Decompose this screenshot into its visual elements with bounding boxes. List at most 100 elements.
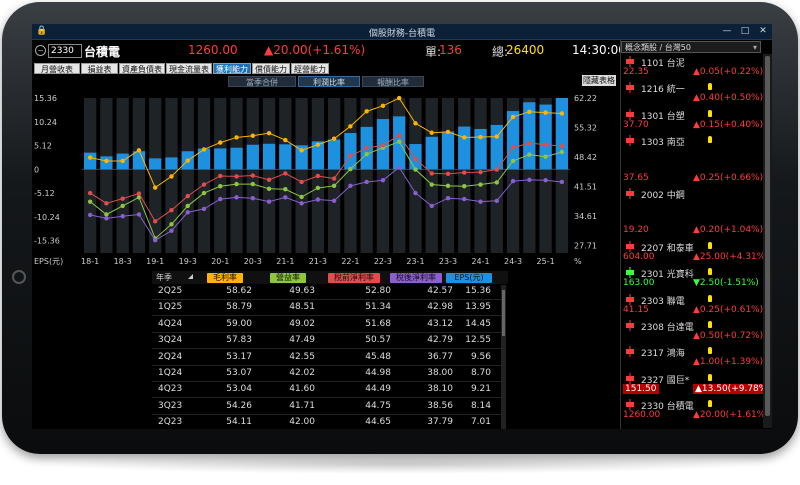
series-point: [348, 166, 353, 172]
table-row[interactable]: 4Q23 53.04 41.60 44.49 38.10 9.21: [152, 383, 504, 399]
alert-icon[interactable]: [708, 347, 712, 355]
watchlist-item[interactable]: 2303 聯電 41.15 ▲0.25(+0.61%): [621, 293, 763, 316]
series-point: [201, 147, 207, 152]
watchlist-item-change: ▲1.00(+1.39%): [693, 357, 764, 368]
close-icon[interactable]: ✕: [756, 25, 770, 37]
series-point: [397, 139, 402, 144]
series-point: [462, 170, 467, 175]
table-scrollbar[interactable]: [501, 285, 506, 429]
watchlist-item[interactable]: 1101 台泥 22.35 ▲0.05(+0.22%): [621, 55, 763, 78]
col-operating[interactable]: 營益率: [270, 273, 306, 283]
hide-table-button[interactable]: 隱藏表格: [582, 75, 616, 86]
table-row[interactable]: 1Q25 58.79 48.51 51.34 42.98 13.95: [152, 301, 504, 317]
table-row[interactable]: 2Q25 58.62 49.63 52.80 42.57 15.36: [152, 285, 504, 300]
series-point: [510, 178, 516, 184]
series-point: [104, 216, 109, 221]
series-point: [397, 95, 402, 101]
series-point: [331, 183, 337, 189]
alert-icon[interactable]: [708, 109, 712, 117]
watchlist-item[interactable]: 2002 中鋼: [621, 187, 761, 210]
candlestick-icon: [625, 188, 635, 199]
watchlist-item[interactable]: 37.65 ▲0.25(+0.66%): [621, 161, 763, 184]
alert-icon[interactable]: [708, 268, 712, 276]
quarter-cell: 4Q23: [158, 384, 183, 395]
column-background: [490, 98, 503, 253]
table-row[interactable]: 1Q24 53.07 42.02 44.98 38.00 8.70: [152, 367, 504, 382]
value-cell: 48.51: [289, 302, 315, 313]
series-point: [153, 185, 158, 190]
column-background: [132, 98, 146, 253]
minimize-icon[interactable]: —: [720, 25, 734, 37]
watchlist-select[interactable]: 概念類股 / 台灣50 ▾: [621, 41, 761, 53]
eps-bar: [279, 144, 292, 170]
watchlist-item[interactable]: 2308 台達電 ▲0.50(+0.72%): [621, 319, 763, 342]
watchlist-item-price: 1260.00: [623, 410, 661, 421]
value-cell: 8.70: [470, 368, 491, 378]
watchlist-item[interactable]: 2317 鴻海 ▲1.00(+1.39%): [621, 345, 764, 368]
alert-icon[interactable]: [708, 373, 712, 381]
value-cell: 51.34: [365, 302, 391, 313]
quote-bar: − 2330 台積電 1260.00 ▲20.00(+1.61%) 單: 136…: [32, 40, 626, 62]
series-point: [87, 199, 93, 204]
series-point: [397, 133, 402, 138]
series-point: [169, 222, 174, 227]
eps-bar: [246, 144, 259, 170]
series-point: [120, 158, 125, 164]
tab-return-ratio[interactable]: 報酬比率: [362, 76, 424, 87]
watchlist-item[interactable]: 19.20 ▲0.20(+1.04%): [621, 213, 764, 236]
alert-icon[interactable]: [708, 241, 712, 249]
watchlist-scroll-thumb[interactable]: [765, 56, 770, 416]
watchlist-item-change: ▲0.20(+1.04%): [693, 225, 764, 236]
watchlist-item[interactable]: 2301 光寶科 163.00 ▼2.50(-1.51%): [621, 266, 761, 289]
stock-code-input[interactable]: 2330: [48, 44, 82, 58]
watchlist-item[interactable]: 1301 台塑 37.70 ▲0.15(+0.40%): [621, 108, 763, 131]
value-cell: 51.68: [365, 318, 391, 329]
watchlist-item[interactable]: 2327 國巨* 151.50 ▲13.50(+9.78%): [621, 372, 772, 395]
watchlist-item[interactable]: 2207 和泰車 604.00 ▲25.00(+4.31%): [621, 240, 769, 263]
col-gross[interactable]: 毛利率: [207, 273, 243, 283]
alert-icon[interactable]: [708, 294, 712, 302]
tab-balance[interactable]: 資產負債表: [119, 63, 165, 74]
tab-solvency[interactable]: 償債能力: [252, 63, 290, 74]
period-select[interactable]: 當季合併: [228, 76, 296, 87]
table-row[interactable]: 2Q23 54.11 42.00 44.65 37.79 7.01: [152, 416, 504, 429]
alert-icon[interactable]: [708, 321, 712, 328]
tab-income[interactable]: 損益表: [81, 63, 118, 74]
series-point: [527, 109, 532, 114]
home-button[interactable]: [12, 270, 26, 284]
watchlist-item[interactable]: 1303 南亞: [621, 134, 761, 157]
series-point: [136, 148, 142, 153]
watchlist-item-name: 2317 鴻海: [641, 349, 685, 360]
alert-icon[interactable]: [708, 400, 712, 408]
series-point: [429, 171, 434, 176]
table-row[interactable]: 3Q23 54.26 41.71 44.75 38.56 8.14: [152, 400, 504, 415]
table-row[interactable]: 4Q24 59.00 49.02 51.68 43.12 14.45: [152, 318, 504, 333]
table-row[interactable]: 2Q24 53.17 42.55 45.48 36.77 9.56: [152, 351, 504, 366]
col-quarter[interactable]: 年季: [156, 273, 186, 283]
collapse-icon[interactable]: −: [35, 45, 46, 56]
maximize-icon[interactable]: □: [738, 25, 752, 37]
series-point: [153, 219, 158, 224]
col-eps[interactable]: EPS(元): [446, 273, 492, 283]
x-tick-label: 20-1: [211, 257, 229, 266]
table-scroll-thumb[interactable]: [502, 290, 505, 336]
eps-bar: [84, 152, 97, 170]
tab-profit-ratio[interactable]: 利潤比率: [298, 76, 360, 87]
tab-cashflow[interactable]: 現金流量表: [166, 63, 212, 74]
watchlist-item[interactable]: 1216 統一 ▲0.40(+0.50%): [621, 81, 763, 104]
series-point: [527, 152, 532, 157]
watchlist-item[interactable]: 2330 台積電 1260.00 ▲20.00(+1.61%): [621, 398, 769, 421]
alert-icon[interactable]: [708, 136, 712, 144]
eps-bar: [149, 158, 162, 170]
tab-monthly-revenue[interactable]: 月營收表: [34, 63, 80, 74]
tab-operating[interactable]: 經營能力: [291, 63, 329, 74]
alert-icon[interactable]: [708, 83, 712, 91]
watchlist-scrollbar[interactable]: [763, 54, 772, 428]
series-point: [266, 130, 272, 136]
col-net[interactable]: 稅後淨利率: [390, 273, 442, 283]
series-point: [462, 135, 467, 140]
table-row[interactable]: 3Q24 57.83 47.49 50.57 42.79 12.55: [152, 334, 504, 350]
tab-profitability[interactable]: 獲利能力: [213, 63, 251, 74]
col-pretax[interactable]: 稅前淨利率: [328, 273, 380, 283]
series-point: [185, 210, 190, 215]
